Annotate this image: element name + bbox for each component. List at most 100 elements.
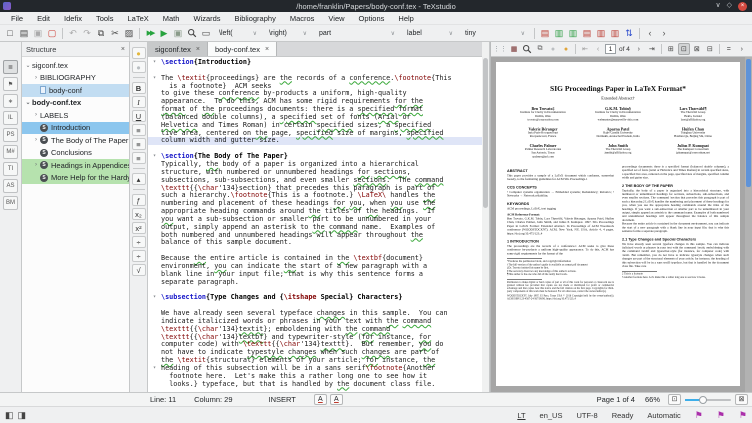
- menu-bibliography[interactable]: Bibliography: [228, 14, 283, 23]
- panel-symbols-mx-icon[interactable]: M#: [3, 145, 18, 159]
- expander-icon[interactable]: ›: [32, 162, 40, 168]
- panel-symbols-il-icon[interactable]: IL: [3, 111, 18, 125]
- menu-tools[interactable]: Tools: [89, 14, 121, 23]
- tree-item-introduction[interactable]: SIntroduction: [22, 122, 129, 135]
- pdf-last-page-icon[interactable]: ⇥: [646, 43, 658, 55]
- status-en-us[interactable]: en_US: [540, 411, 563, 420]
- reference-dropdown[interactable]: label∨: [403, 27, 457, 40]
- menu-idefix[interactable]: Idefix: [57, 14, 89, 23]
- cut-icon[interactable]: ✂: [108, 26, 122, 40]
- pdf-fit-window-icon[interactable]: ⊡: [678, 43, 690, 55]
- paste-icon[interactable]: ▨: [122, 26, 136, 40]
- panel-symbols-ps-icon[interactable]: PS: [3, 128, 18, 142]
- panel-symbols-as-icon[interactable]: AS: [3, 179, 18, 193]
- editor-line[interactable]: column width and gutter size.: [148, 137, 482, 145]
- stop-icon[interactable]: ▣: [171, 26, 185, 40]
- editor-line[interactable]: separate paragraph.: [148, 279, 482, 287]
- menu-options[interactable]: Options: [352, 14, 392, 23]
- tree-item-headings-in-appendices[interactable]: ›SHeadings in Appendices: [22, 159, 129, 172]
- tree-item-bibliography[interactable]: ›BIBLIOGRAPHY: [22, 72, 129, 85]
- panel-structure-icon[interactable]: ≣: [3, 60, 18, 74]
- right-delimiter-dropdown[interactable]: \right)∨: [265, 27, 311, 40]
- nav-prev-icon[interactable]: ‹: [643, 26, 657, 40]
- expander-icon[interactable]: ›: [32, 112, 40, 118]
- fold-icon[interactable]: ▾: [148, 153, 161, 161]
- minimize-icon[interactable]: ∨: [715, 1, 720, 11]
- pdf-pane-handle-icon[interactable]: ⋮⋮: [493, 43, 507, 55]
- panel-symbols-icon[interactable]: ∗: [3, 94, 18, 108]
- expander-icon[interactable]: ›: [32, 75, 40, 81]
- new-file-icon[interactable]: □: [3, 26, 17, 40]
- status-ready[interactable]: Ready: [612, 411, 634, 420]
- root-icon[interactable]: √: [132, 264, 146, 276]
- panel-symbols-bm-icon[interactable]: BM: [3, 196, 18, 210]
- view-pdf-icon[interactable]: [185, 26, 199, 40]
- superscript-icon[interactable]: x²: [132, 222, 146, 234]
- tab-sigconf.tex[interactable]: sigconf.tex×: [148, 42, 208, 56]
- tree-item-conclusions[interactable]: SConclusions: [22, 147, 129, 160]
- align-center-icon[interactable]: ≡: [132, 138, 146, 150]
- align-right-icon[interactable]: ≡: [132, 152, 146, 164]
- triangle-up-icon[interactable]: ▴: [132, 173, 146, 185]
- menu-edit[interactable]: Edit: [30, 14, 57, 23]
- pdf-next-page-icon[interactable]: ›: [633, 43, 645, 55]
- editor-text[interactable]: ▾\section{Introduction}▾The \textit{proc…: [148, 57, 482, 392]
- tree-item-body-conf-tex[interactable]: ⌄body-conf.tex: [22, 97, 129, 110]
- tree-item-sigconf-tex[interactable]: ⌄sigconf.tex: [22, 59, 129, 72]
- pdf-scroll-tool-icon[interactable]: ⧉: [534, 43, 546, 55]
- tree-item-the-body-of-the-paper[interactable]: ›SThe Body of The Paper: [22, 134, 129, 147]
- table-del-col-icon[interactable]: ▥: [594, 26, 608, 40]
- tree-item-labels[interactable]: ›LABELS: [22, 109, 129, 122]
- division-icon[interactable]: ÷: [132, 250, 146, 262]
- panel-bookmarks-icon[interactable]: ⚑: [3, 77, 18, 91]
- build-and-view-icon[interactable]: ▶▶: [143, 26, 157, 40]
- align-left-icon[interactable]: ≡: [132, 124, 146, 136]
- pdf-page[interactable]: SIG Proceedings Paper in LaTeX Format*Ex…: [496, 62, 740, 386]
- editor-line[interactable]: ▾\section{Introduction}: [148, 59, 482, 67]
- zoom-fit-button[interactable]: ⊠: [735, 394, 748, 405]
- fold-icon[interactable]: ▾: [148, 75, 161, 83]
- log-marker-icon-3[interactable]: ⚑: [739, 410, 747, 421]
- fold-icon[interactable]: ▾: [148, 294, 161, 302]
- pdf-page-input[interactable]: 1: [605, 44, 616, 54]
- redo-icon[interactable]: ↷: [80, 26, 94, 40]
- pdf-view[interactable]: SIG Proceedings Paper in LaTeX Format*Ex…: [491, 57, 752, 392]
- table-del-row-icon[interactable]: ▤: [580, 26, 594, 40]
- table-cut-col-icon[interactable]: ▥: [608, 26, 622, 40]
- fold-icon[interactable]: ▾: [148, 365, 161, 373]
- left-delimiter-dropdown[interactable]: \left(∨: [215, 27, 261, 40]
- subscript-icon[interactable]: x₂: [132, 208, 146, 220]
- comment-icon[interactable]: ▭: [199, 26, 213, 40]
- table-add-row-icon[interactable]: ▤: [538, 26, 552, 40]
- table-sort-icon[interactable]: ⇅: [622, 26, 636, 40]
- close-icon[interactable]: ×: [738, 2, 747, 11]
- status-lt[interactable]: LT: [517, 411, 525, 420]
- zoom-slider[interactable]: [685, 394, 731, 405]
- editor-line[interactable]: ▾\subsection{Type Changes and {\itshape …: [148, 294, 482, 302]
- font-button-2[interactable]: A: [330, 394, 343, 405]
- underline-icon[interactable]: U: [132, 110, 146, 122]
- pdf-back-icon[interactable]: ●: [547, 43, 559, 55]
- expander-icon[interactable]: ›: [32, 137, 40, 143]
- menu-macros[interactable]: Macros: [283, 14, 322, 23]
- italic-icon[interactable]: I: [132, 96, 146, 108]
- pdf-forward-icon[interactable]: ●: [560, 43, 572, 55]
- log-marker-icon-2[interactable]: ⚑: [717, 410, 725, 421]
- pdf-menu-icon[interactable]: =: [723, 43, 735, 55]
- tree-item-more-help-for-the-hardy[interactable]: SMore Help for the Hardy: [22, 172, 129, 185]
- pdf-original-size-icon[interactable]: ⊠: [691, 43, 703, 55]
- function-icon[interactable]: ƒ: [132, 194, 146, 206]
- status-automatic[interactable]: Automatic: [647, 411, 680, 420]
- bookmark-active-icon[interactable]: ●: [132, 47, 146, 59]
- compile-icon[interactable]: ▶: [157, 26, 171, 40]
- menu-math[interactable]: Math: [156, 14, 187, 23]
- save-icon[interactable]: ▣: [31, 26, 45, 40]
- bookmark-inactive-icon[interactable]: ●: [132, 61, 146, 73]
- pdf-prev-page-icon[interactable]: ‹: [592, 43, 604, 55]
- editor-line[interactable]: balance of this sample document.: [148, 239, 482, 247]
- pdf-fit-visible-icon[interactable]: ⊟: [704, 43, 716, 55]
- pdf-more-icon[interactable]: ›: [736, 43, 748, 55]
- nav-next-icon[interactable]: ›: [657, 26, 671, 40]
- tree-item-body-conf[interactable]: body-conf: [22, 84, 129, 97]
- menu-latex[interactable]: LaTeX: [120, 14, 155, 23]
